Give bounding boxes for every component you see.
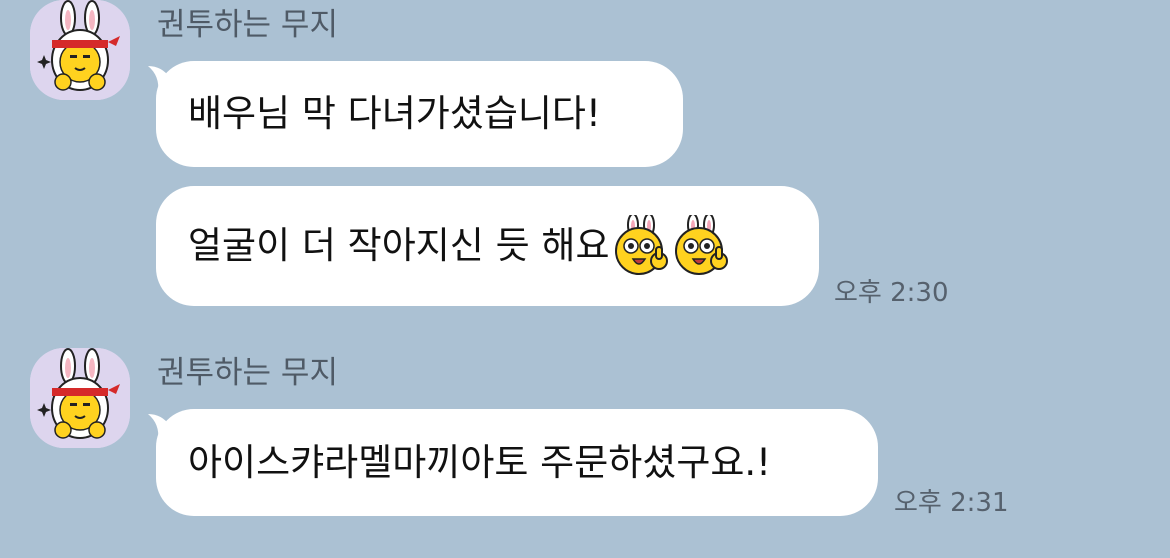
message-text: 얼굴이 더 작아지신 듯 해요 [188, 224, 610, 267]
muzi-thumbs-up-emoji-icon [675, 215, 729, 275]
avatar[interactable] [30, 0, 130, 100]
message-timestamp: 오후 2:31 [894, 488, 1009, 518]
message-bubble[interactable]: 얼굴이 더 작아지신 듯 해요 [156, 186, 819, 306]
muzi-boxer-avatar-icon [30, 0, 130, 100]
sender-name: 권투하는 무지 [157, 7, 338, 43]
message-text: 배우님 막 다녀가셨습니다! [188, 92, 601, 135]
muzi-thumbs-up-emoji-icon [615, 215, 669, 275]
message-bubble[interactable]: 아이스캬라멜마끼아토 주문하셨구요.! [156, 409, 878, 516]
muzi-boxer-avatar-icon [30, 348, 130, 448]
message-bubble[interactable]: 배우님 막 다녀가셨습니다! [156, 61, 683, 167]
sender-name: 권투하는 무지 [157, 355, 338, 391]
message-text: 아이스캬라멜마끼아토 주문하셨구요.! [188, 440, 771, 484]
avatar[interactable] [30, 348, 130, 448]
emoji-group [611, 215, 731, 277]
message-timestamp: 오후 2:30 [834, 278, 949, 308]
